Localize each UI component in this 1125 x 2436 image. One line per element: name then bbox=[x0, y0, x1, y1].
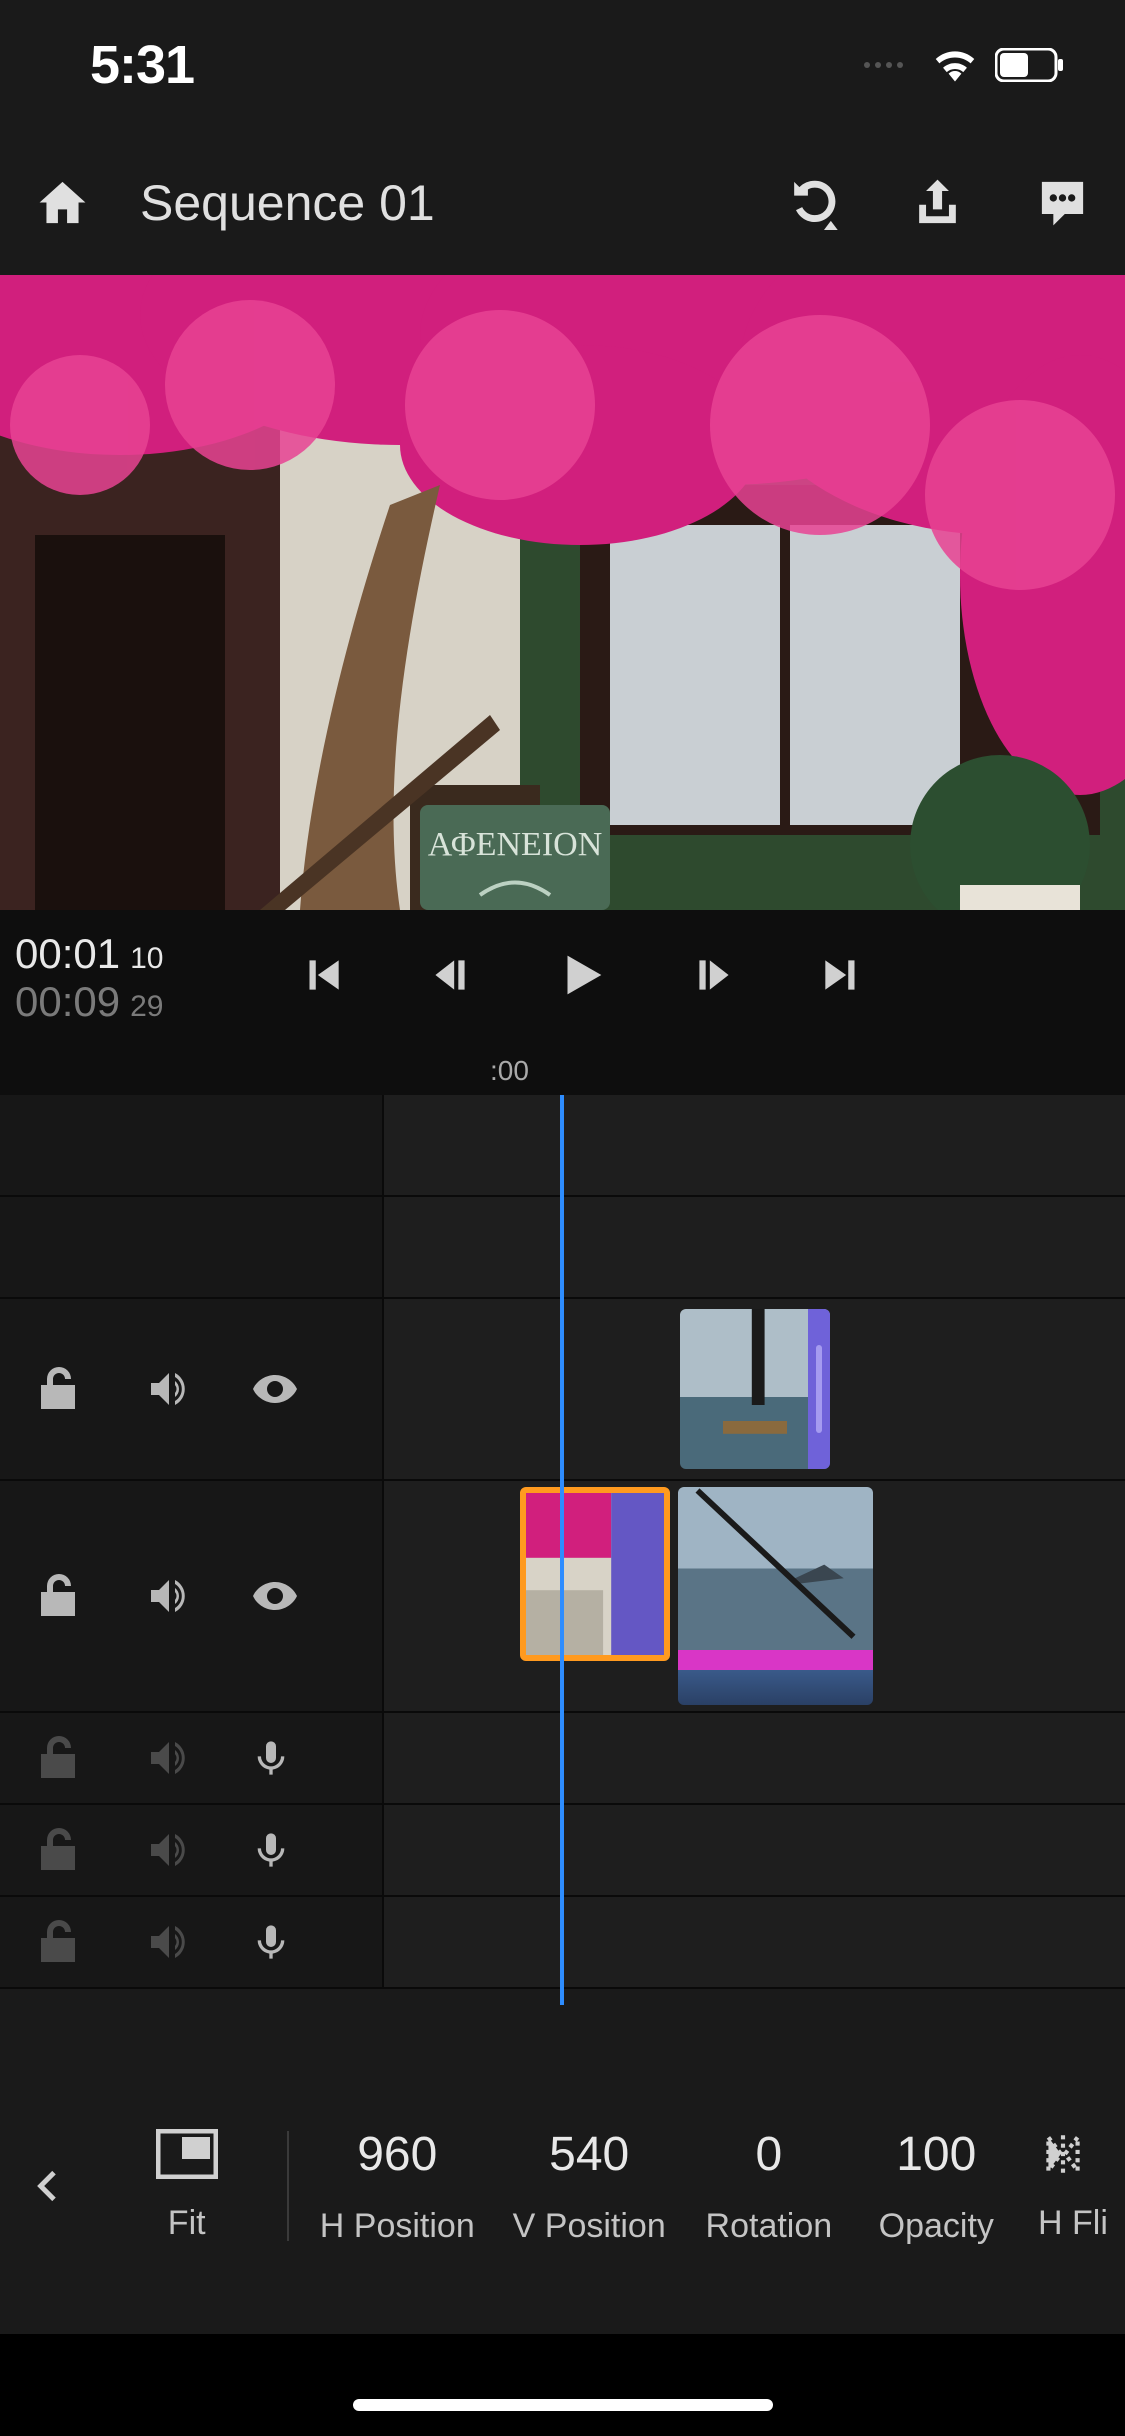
volume-icon[interactable] bbox=[143, 1365, 191, 1413]
home-indicator[interactable] bbox=[353, 2399, 773, 2411]
mic-icon[interactable] bbox=[251, 1734, 291, 1782]
opacity-label: Opacity bbox=[879, 2207, 994, 2246]
effect-bar bbox=[678, 1650, 873, 1670]
total-frames: 29 bbox=[130, 990, 163, 1024]
step-back-button[interactable] bbox=[425, 950, 475, 1005]
timeline-ruler[interactable]: :00 bbox=[0, 1045, 1125, 1095]
clip-v1-2[interactable] bbox=[678, 1487, 873, 1705]
h-position-label: H Position bbox=[320, 2207, 475, 2246]
preview-monitor[interactable]: ΑΦΕΝΕΙΟΝ fé nostalgic bbox=[0, 275, 1125, 910]
prop-opacity[interactable]: 100 Opacity bbox=[853, 2127, 1020, 2246]
status-time: 5:31 bbox=[90, 34, 194, 96]
properties-bar: Fit 960 H Position 540 V Position 0 Rota… bbox=[0, 2091, 1125, 2281]
timeline[interactable] bbox=[0, 1095, 1125, 1989]
timecode-block: 00:01 10 00:09 29 bbox=[15, 930, 203, 1026]
clip-v1-selected[interactable] bbox=[520, 1487, 670, 1661]
lock-icon[interactable] bbox=[35, 1826, 83, 1874]
playhead[interactable] bbox=[560, 1095, 564, 2005]
v-position-value: 540 bbox=[549, 2127, 629, 2182]
audio-waveform bbox=[678, 1670, 873, 1705]
lock-icon[interactable] bbox=[35, 1365, 83, 1413]
prop-h-position[interactable]: 960 H Position bbox=[301, 2127, 493, 2246]
lock-icon[interactable] bbox=[35, 1918, 83, 1966]
transport-controls bbox=[203, 946, 960, 1009]
prop-h-flip[interactable]: H Fli bbox=[1020, 2129, 1125, 2243]
eye-icon[interactable] bbox=[251, 1572, 299, 1620]
clip-v2-1[interactable] bbox=[680, 1309, 830, 1469]
playback-bar: 00:01 10 00:09 29 bbox=[0, 910, 1125, 1045]
svg-text:ΑΦΕΝΕΙΟΝ: ΑΦΕΝΕΙΟΝ bbox=[428, 826, 603, 863]
lock-icon[interactable] bbox=[35, 1572, 83, 1620]
opacity-value: 100 bbox=[896, 2127, 976, 2182]
prop-fit[interactable]: Fit bbox=[98, 2129, 275, 2243]
current-timecode: 00:01 bbox=[15, 930, 120, 978]
status-indicators bbox=[864, 48, 1065, 82]
h-position-value: 960 bbox=[357, 2127, 437, 2182]
h-flip-label: H Fli bbox=[1038, 2204, 1108, 2243]
go-to-end-button[interactable] bbox=[817, 950, 867, 1005]
app-header: Sequence 01 bbox=[0, 130, 1125, 275]
prop-fit-label: Fit bbox=[168, 2204, 206, 2243]
clip-handle-icon[interactable] bbox=[808, 1309, 830, 1469]
ruler-marker: :00 bbox=[490, 1055, 529, 1087]
status-bar: 5:31 bbox=[0, 0, 1125, 130]
v-position-label: V Position bbox=[513, 2207, 666, 2246]
volume-icon[interactable] bbox=[143, 1572, 191, 1620]
volume-icon[interactable] bbox=[143, 1918, 191, 1966]
cell-signal-dots bbox=[864, 62, 903, 68]
back-button[interactable] bbox=[0, 2166, 98, 2206]
step-forward-button[interactable] bbox=[689, 950, 739, 1005]
prop-rotation[interactable]: 0 Rotation bbox=[685, 2127, 852, 2246]
rotation-label: Rotation bbox=[706, 2207, 833, 2246]
sequence-title: Sequence 01 bbox=[140, 174, 745, 232]
rotation-value: 0 bbox=[756, 2127, 783, 2182]
lock-icon[interactable] bbox=[35, 1734, 83, 1782]
battery-icon bbox=[995, 48, 1065, 82]
play-button[interactable] bbox=[553, 946, 611, 1009]
volume-icon[interactable] bbox=[143, 1826, 191, 1874]
wifi-icon bbox=[933, 48, 977, 82]
mic-icon[interactable] bbox=[251, 1918, 291, 1966]
export-icon[interactable] bbox=[910, 175, 965, 230]
go-to-start-button[interactable] bbox=[297, 950, 347, 1005]
chat-icon[interactable] bbox=[1035, 175, 1090, 230]
current-frames: 10 bbox=[130, 942, 163, 976]
mic-icon[interactable] bbox=[251, 1826, 291, 1874]
prop-v-position[interactable]: 540 V Position bbox=[493, 2127, 685, 2246]
eye-icon[interactable] bbox=[251, 1365, 299, 1413]
volume-icon[interactable] bbox=[143, 1734, 191, 1782]
total-timecode: 00:09 bbox=[15, 978, 120, 1026]
home-icon[interactable] bbox=[35, 175, 90, 230]
undo-icon[interactable] bbox=[785, 175, 840, 230]
